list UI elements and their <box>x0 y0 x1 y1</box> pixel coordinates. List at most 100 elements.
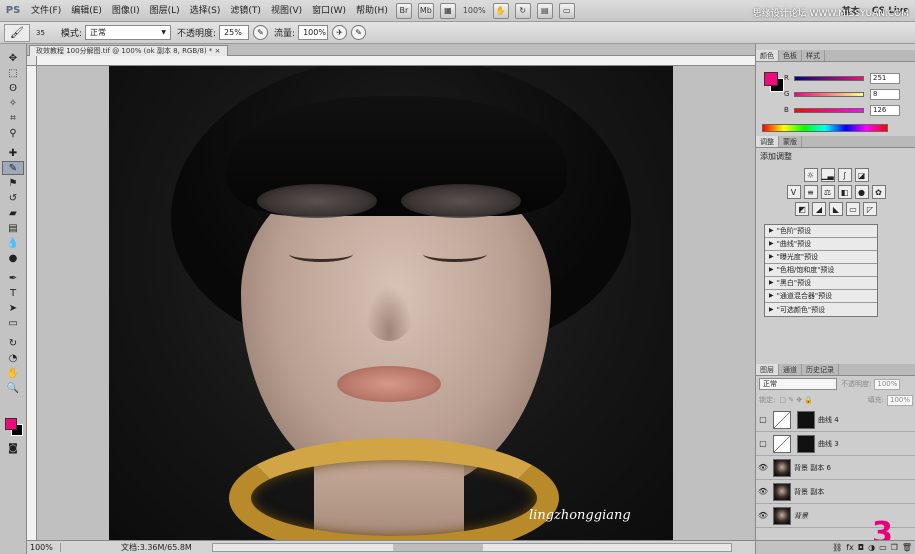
panel-foreground-swatch[interactable] <box>764 72 778 86</box>
gradient-map-icon[interactable]: ▭ <box>846 202 860 216</box>
menu-window[interactable]: 窗口(W) <box>307 0 351 22</box>
tab-color[interactable]: 颜色 <box>756 50 779 61</box>
tab-history[interactable]: 历史记录 <box>802 364 839 375</box>
scroll-thumb[interactable] <box>392 544 483 551</box>
preset-black-white[interactable]: ▶ "黑白"预设 <box>765 277 877 290</box>
minibridge-icon[interactable]: Mb <box>417 2 434 19</box>
type-tool-icon[interactable]: T <box>2 286 24 300</box>
menu-file[interactable]: 文件(F) <box>26 0 66 22</box>
b-value[interactable]: 126 <box>870 104 900 116</box>
lasso-tool-icon[interactable]: ʘ <box>2 81 24 95</box>
move-tool-icon[interactable]: ✥ <box>2 51 24 65</box>
eraser-tool-icon[interactable]: ▰ <box>2 206 24 220</box>
3d-rotate-tool-icon[interactable]: ↻ <box>2 336 24 350</box>
preset-channel-mixer[interactable]: ▶ "通道混合器"预设 <box>765 290 877 303</box>
tab-adjustments[interactable]: 调整 <box>756 136 779 147</box>
status-doc-size[interactable]: 文档:3.36M/65.8M <box>61 542 192 553</box>
horizontal-ruler[interactable] <box>37 56 755 66</box>
r-slider[interactable] <box>794 75 864 81</box>
layer-row[interactable]: 👁 背景 副本 6 <box>756 456 915 480</box>
preset-hue-saturation[interactable]: ▶ "色相/饱和度"预设 <box>765 264 877 277</box>
opacity-input[interactable]: 25% <box>219 25 250 40</box>
tab-masks[interactable]: 蒙版 <box>779 136 802 147</box>
eye-icon[interactable]: 👁 <box>756 487 770 496</box>
visibility-toggle[interactable]: ▢ <box>756 439 770 448</box>
brush-preset-icon[interactable]: 🖌 <box>4 23 30 42</box>
lock-icons[interactable]: □ ✎ ✥ 🔒 <box>779 396 813 404</box>
curves-icon[interactable]: ∫ <box>837 168 852 182</box>
layer-row[interactable]: ▢ 曲线 4 <box>756 408 915 432</box>
eye-icon[interactable]: 👁 <box>756 463 770 472</box>
black-white-icon[interactable]: ◧ <box>837 185 852 199</box>
preset-levels[interactable]: ▶ "色阶"预设 <box>765 225 877 238</box>
vertical-ruler[interactable] <box>27 66 37 540</box>
menu-view[interactable]: 视图(V) <box>266 0 307 22</box>
menu-filter[interactable]: 滤镜(T) <box>225 0 266 22</box>
layer-row[interactable]: 👁 背景 副本 <box>756 480 915 504</box>
exposure-icon[interactable]: ◪ <box>854 168 869 182</box>
invert-icon[interactable]: ◩ <box>795 202 809 216</box>
mode-select[interactable]: 正常 ▼ <box>84 25 171 40</box>
close-icon[interactable]: × <box>215 47 221 55</box>
new-layer-icon[interactable]: ❐ <box>891 543 898 552</box>
layer-mask-thumbnail[interactable] <box>797 410 815 429</box>
bridge-icon[interactable]: Br <box>395 2 412 19</box>
ruler-corner[interactable] <box>27 56 37 66</box>
r-value[interactable]: 251 <box>870 72 900 84</box>
brightness-icon[interactable]: ☼ <box>803 168 818 182</box>
eyedropper-tool-icon[interactable]: ⚲ <box>2 126 24 140</box>
g-slider[interactable] <box>794 91 864 97</box>
selective-color-icon[interactable]: ◸ <box>863 202 877 216</box>
blur-tool-icon[interactable]: 💧 <box>2 236 24 250</box>
levels-icon[interactable]: ▁▃ <box>820 168 835 182</box>
screen-mode-icon[interactable]: ▭ <box>558 2 575 19</box>
document-tab[interactable]: 玫效教程 100分解图.tif @ 100% (ok 副本 8, RGB/8) … <box>29 45 228 56</box>
crop-tool-icon[interactable]: ⌗ <box>2 111 24 125</box>
pen-tool-icon[interactable]: ✒ <box>2 271 24 285</box>
horizontal-scrollbar[interactable] <box>211 543 732 552</box>
layer-mask-thumbnail[interactable] <box>797 434 815 453</box>
preset-curves[interactable]: ▶ "曲线"预设 <box>765 238 877 251</box>
folder-icon[interactable]: ▭ <box>879 543 887 552</box>
quick-select-tool-icon[interactable]: ✧ <box>2 96 24 110</box>
hand-icon[interactable]: ✋ <box>492 2 509 19</box>
fill-input[interactable]: 100% <box>887 394 913 406</box>
brush-size[interactable]: 35 <box>36 29 45 37</box>
rotate-icon[interactable]: ↻ <box>514 2 531 19</box>
photo-filter-icon[interactable]: ● <box>854 185 869 199</box>
stamp-tool-icon[interactable]: ⚑ <box>2 176 24 190</box>
vibrance-icon[interactable]: V <box>786 185 801 199</box>
zoom-tool-icon[interactable]: 🔍 <box>2 381 24 395</box>
menu-select[interactable]: 选择(S) <box>185 0 226 22</box>
dodge-tool-icon[interactable]: ● <box>2 251 24 265</box>
add-mask-icon[interactable]: ◘ <box>858 543 864 552</box>
healing-tool-icon[interactable]: ✚ <box>2 146 24 160</box>
tab-channels[interactable]: 通道 <box>779 364 802 375</box>
tab-swatches[interactable]: 色板 <box>779 50 802 61</box>
preset-exposure[interactable]: ▶ "曝光度"预设 <box>765 251 877 264</box>
zoom-level[interactable]: 100% <box>459 6 490 15</box>
b-slider[interactable] <box>794 107 864 113</box>
menu-help[interactable]: 帮助(H) <box>351 0 393 22</box>
color-spectrum[interactable] <box>762 124 888 132</box>
fx-icon[interactable]: fx <box>846 543 854 552</box>
menu-image[interactable]: 图像(I) <box>107 0 145 22</box>
portrait-photo[interactable]: lingzhonggiang <box>109 66 673 540</box>
canvas-area[interactable]: lingzhonggiang <box>37 66 755 540</box>
hue-saturation-icon[interactable]: ≡ <box>803 185 818 199</box>
pressure-size-icon[interactable]: ✎ <box>351 25 367 40</box>
marquee-tool-icon[interactable]: ⬚ <box>2 66 24 80</box>
quick-mask-icon[interactable]: ◙ <box>2 441 24 455</box>
pressure-opacity-icon[interactable]: ✎ <box>253 25 269 40</box>
flow-input[interactable]: 100% <box>298 25 329 40</box>
posterize-icon[interactable]: ◢ <box>812 202 826 216</box>
blend-mode-select[interactable]: 正常 <box>759 378 837 390</box>
visibility-toggle[interactable]: ▢ <box>756 415 770 424</box>
link-icon[interactable]: ⛓ <box>832 543 842 552</box>
path-select-tool-icon[interactable]: ➤ <box>2 301 24 315</box>
3d-orbit-tool-icon[interactable]: ◔ <box>2 351 24 365</box>
tab-styles[interactable]: 样式 <box>802 50 825 61</box>
eye-icon[interactable]: 👁 <box>756 511 770 520</box>
menu-layer[interactable]: 图层(L) <box>145 0 185 22</box>
layer-opacity-input[interactable]: 100% <box>874 378 901 390</box>
